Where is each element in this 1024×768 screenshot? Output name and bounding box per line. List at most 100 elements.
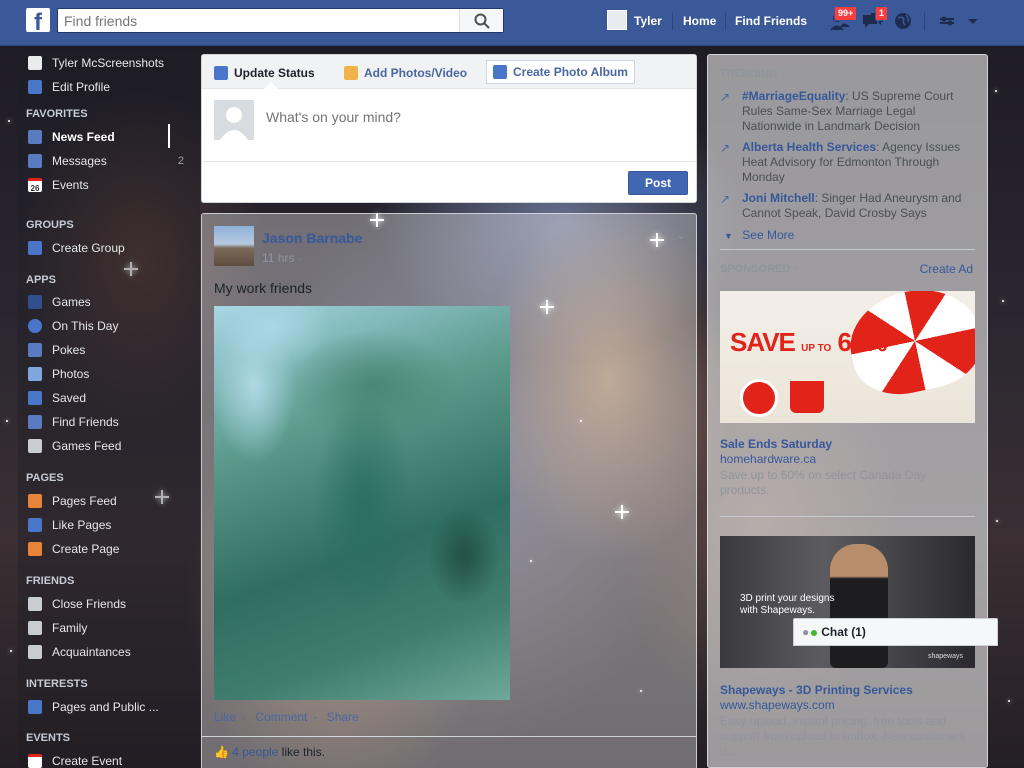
sidebar-item-events[interactable]: 26 Events [28,176,89,194]
story-text: My work friends [214,280,313,296]
status-composer: Update Status Add Photos/Video Create Ph… [201,54,697,203]
game-controller-icon [28,439,42,453]
search-button[interactable] [459,9,503,32]
nav-home-link[interactable]: Home [683,0,716,46]
nav-profile-link[interactable]: Tyler [634,0,662,46]
comment-link[interactable]: Comment [255,710,307,724]
trending-topic[interactable]: Joni Mitchell [742,191,815,205]
sidebar-item-profile[interactable]: Tyler McScreenshots [28,54,164,72]
chevron-down-icon [968,19,978,24]
bucket-graphic [790,381,824,413]
active-item-indicator [168,124,170,148]
sidebar-item-label: Games Feed [52,439,122,453]
sidebar-item-like-pages[interactable]: Like Pages [28,516,111,534]
trending-topic[interactable]: Alberta Health Services [742,140,876,154]
trending-item[interactable]: ↗ Joni Mitchell: Singer Had Aneurysm and… [720,191,970,221]
story-author-avatar[interactable] [214,226,254,266]
friend-requests-button[interactable]: 99+ [828,6,858,32]
see-more-label: See More [742,228,795,242]
sidebar-item-photos[interactable]: Photos [28,365,89,383]
sidebar-item-pages-and-public[interactable]: Pages and Public ... [28,698,159,716]
user-avatar[interactable] [607,10,627,30]
sidebar-item-label: News Feed [52,130,115,144]
ad-title-link[interactable]: Shapeways - 3D Printing Services [720,683,913,697]
sidebar-item-label: Create Page [52,542,120,556]
create-ad-link[interactable]: Create Ad [920,262,973,276]
nav-find-friends-link[interactable]: Find Friends [735,0,807,46]
sidebar-item-pokes[interactable]: Pokes [28,341,85,359]
ad-title-link[interactable]: Sale Ends Saturday [720,437,832,451]
nav-divider [924,12,925,30]
create-group-icon [28,241,42,255]
messages-icon [28,154,42,168]
sidebar-item-edit-profile[interactable]: Edit Profile [28,78,110,96]
sidebar-item-find-friends[interactable]: Find Friends [28,413,119,431]
like-link[interactable]: Like [214,710,236,724]
chevron-down-icon: ⌄ [675,228,686,242]
acquaintances-icon [28,645,42,659]
status-input[interactable] [266,109,666,125]
story-options-button[interactable]: ⌄ [676,228,686,242]
sidebar-item-label: Messages [52,154,107,168]
sidebar-item-saved[interactable]: Saved [28,389,86,407]
ad-image-canada-sale[interactable]: SAVE UP TO 60% [720,291,975,423]
ad-url-link[interactable]: www.shapeways.com [720,698,835,712]
ad-image-shapeways[interactable]: 3D print your designs with Shapeways. sh… [720,536,975,668]
sidebar-section-apps: APPS [26,274,56,286]
sidebar-item-label: Saved [52,391,87,405]
privacy-shortcuts-button[interactable] [938,10,962,32]
sidebar-item-label: Create Group [52,241,125,255]
ad-save-text: SAVE [730,327,796,357]
tab-create-album[interactable]: Create Photo Album [486,60,635,84]
facebook-logo[interactable]: f [26,8,50,32]
sidebar-item-news-feed[interactable]: News Feed [28,128,115,146]
sidebar-item-acquaintances[interactable]: Acquaintances [28,643,131,661]
ad-description: Easy upload, instant pricing, free tools… [720,714,966,758]
default-avatar-icon [214,100,254,140]
news-feed-icon [28,130,42,144]
divider [720,516,975,517]
top-navigation-bar: f Tyler Home Find Friends 99+ 1 [0,0,1024,46]
create-event-icon [28,754,42,768]
sidebar-item-games-feed[interactable]: Games Feed [28,437,121,455]
sidebar-item-create-page[interactable]: Create Page [28,540,119,558]
likes-count-link[interactable]: 4 people [232,745,278,759]
share-link[interactable]: Share [327,710,359,724]
sidebar-item-family[interactable]: Family [28,619,87,637]
find-friends-icon [28,415,42,429]
see-more-link[interactable]: ▼ See More [724,228,794,242]
games-icon [28,295,42,309]
right-column: TRENDING ↗ #MarriageEquality: US Supreme… [707,54,988,768]
chat-tab[interactable]: ● Chat (1) [793,618,998,646]
sidebar-item-pages-feed[interactable]: Pages Feed [28,492,117,510]
sidebar-section-groups: GROUPS [26,219,74,231]
trending-header: TRENDING [720,68,778,80]
sidebar-item-label: On This Day [52,319,119,333]
sidebar-item-messages[interactable]: Messages [28,152,107,170]
profile-avatar-icon [28,56,42,70]
story-author-name[interactable]: Jason Barnabe [262,230,362,246]
sidebar-item-close-friends[interactable]: Close Friends [28,595,126,613]
notifications-button[interactable] [892,10,916,32]
trending-topic[interactable]: #MarriageEquality [742,89,845,103]
story-photo[interactable] [214,306,510,700]
megaphone-icon: ▫ [793,264,797,275]
sidebar-item-create-group[interactable]: Create Group [28,239,125,257]
trending-item[interactable]: ↗ #MarriageEquality: US Supreme Court Ru… [720,89,970,134]
messages-button[interactable]: 1 [861,6,889,32]
sidebar-item-on-this-day[interactable]: On This Day [28,317,118,335]
ad-percent-text: 60% [837,327,888,357]
friend-requests-badge: 99+ [834,6,858,21]
account-menu-button[interactable] [966,10,990,32]
trending-item[interactable]: ↗ Alberta Health Services: Agency Issues… [720,140,970,185]
sidebar-item-create-event[interactable]: Create Event [28,752,122,768]
tab-update-status[interactable]: Update Status [214,63,315,83]
story-timestamp[interactable]: 11 hrs · [262,251,301,265]
post-button[interactable]: Post [628,171,688,195]
tab-caret [264,82,278,89]
ad-url-link[interactable]: homehardware.ca [720,452,816,466]
pencil-icon [214,66,228,80]
search-input[interactable] [58,9,458,32]
sidebar-item-games[interactable]: Games [28,293,91,311]
tab-add-photos[interactable]: Add Photos/Video [344,63,467,83]
